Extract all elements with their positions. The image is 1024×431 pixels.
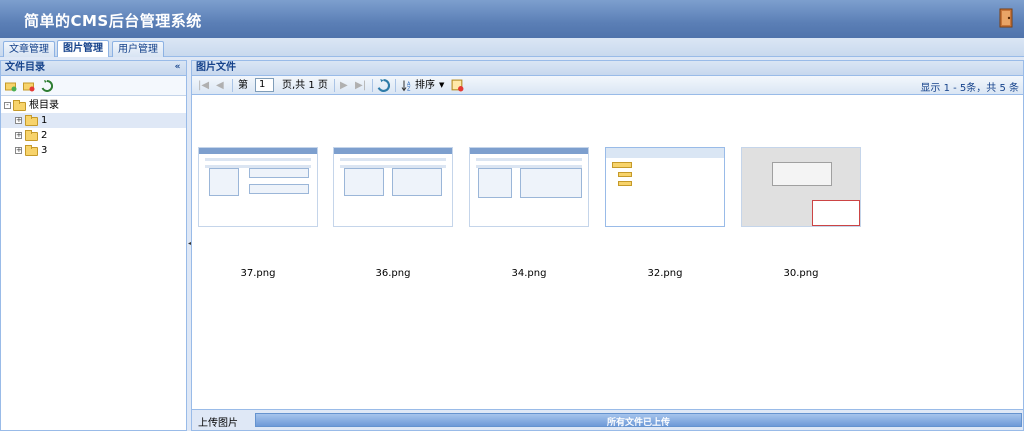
image-filename[interactable]: 34.png xyxy=(469,268,589,279)
svg-text:Z: Z xyxy=(407,87,411,93)
delete-image-icon[interactable] xyxy=(451,79,464,92)
first-page-icon[interactable]: |◀ xyxy=(198,79,209,92)
next-page-icon[interactable]: ▶ xyxy=(340,79,348,92)
refresh-icon[interactable] xyxy=(41,80,53,92)
image-panel-title: 图片文件 xyxy=(196,62,236,73)
separator xyxy=(395,79,396,92)
image-filename[interactable]: 30.png xyxy=(741,268,861,279)
tree-node-label: 根目录 xyxy=(29,100,59,111)
expand-node-icon[interactable]: + xyxy=(15,147,22,154)
folder-panel: 文件目录 « - 根目录 + 1 + 2 + 3 xyxy=(0,60,187,431)
collapse-node-icon[interactable]: - xyxy=(4,102,11,109)
separator xyxy=(334,79,335,92)
delete-folder-icon[interactable] xyxy=(23,80,35,92)
expand-node-icon[interactable]: + xyxy=(15,117,22,124)
image-thumbnail[interactable] xyxy=(469,147,589,227)
tab-articles[interactable]: 文章管理 xyxy=(3,41,55,57)
collapse-icon[interactable]: « xyxy=(172,62,183,73)
image-panel-header: 图片文件 xyxy=(192,61,1023,76)
folder-toolbar xyxy=(1,76,186,96)
last-page-icon[interactable]: ▶| xyxy=(355,79,366,92)
refresh-icon[interactable] xyxy=(377,79,390,92)
separator xyxy=(372,79,373,92)
separator xyxy=(232,79,233,92)
upload-progress-text: 所有文件已上传 xyxy=(606,418,670,428)
tab-images[interactable]: 图片管理 xyxy=(57,40,109,57)
image-thumbnail[interactable] xyxy=(333,147,453,227)
expand-node-icon[interactable]: + xyxy=(15,132,22,139)
page-suffix: 页,共 1 页 xyxy=(282,80,328,91)
tree-node-1[interactable]: + 1 xyxy=(1,113,186,128)
folder-tree: - 根目录 + 1 + 2 + 3 xyxy=(1,96,186,158)
image-thumbnail[interactable] xyxy=(741,147,861,227)
tree-node-label: 3 xyxy=(41,145,48,156)
logout-icon[interactable] xyxy=(998,7,1016,29)
app-header: 简单的CMS后台管理系统 xyxy=(0,0,1024,38)
image-thumbnail[interactable] xyxy=(605,147,725,227)
tab-users[interactable]: 用户管理 xyxy=(112,41,164,57)
folder-icon xyxy=(25,115,38,126)
tab-bar: 文章管理 图片管理 用户管理 xyxy=(0,38,1024,57)
folder-panel-title: 文件目录 xyxy=(5,62,45,73)
page-input[interactable]: 1 xyxy=(255,78,274,92)
folder-icon xyxy=(25,145,38,156)
page-prefix: 第 xyxy=(238,80,248,91)
folder-icon xyxy=(25,130,38,141)
app-title: 简单的CMS后台管理系统 xyxy=(24,12,202,30)
folder-panel-header: 文件目录 « xyxy=(1,61,186,76)
upload-progress-bar: 所有文件已上传 xyxy=(255,413,1022,428)
tree-node-label: 1 xyxy=(41,115,48,126)
image-filename[interactable]: 32.png xyxy=(605,268,725,279)
tree-node-label: 2 xyxy=(41,130,48,141)
tree-node-3[interactable]: + 3 xyxy=(1,143,186,158)
sort-dropdown-icon[interactable]: ▼ xyxy=(439,79,444,92)
sort-icon: A Z xyxy=(401,80,411,93)
prev-page-icon[interactable]: ◀ xyxy=(216,79,224,92)
tree-node-2[interactable]: + 2 xyxy=(1,128,186,143)
image-grid: 37.png 36.png 34.png 32.png 30.png xyxy=(192,95,1023,425)
image-filename[interactable]: 36.png xyxy=(333,268,453,279)
sort-button[interactable]: 排序 xyxy=(415,79,435,92)
tree-node-root[interactable]: - 根目录 xyxy=(1,98,186,113)
image-thumbnail[interactable] xyxy=(198,147,318,227)
upload-button[interactable]: 上传图片 xyxy=(198,414,238,429)
upload-bar: 上传图片 所有文件已上传 xyxy=(192,409,1023,430)
pager-display-text: 显示 1 - 5条，共 5 条 xyxy=(920,83,1019,94)
pager-toolbar: |◀ ◀ 第 1 页,共 1 页 ▶ ▶| A Z 排序 ▼ 显示 1 - 5条… xyxy=(192,76,1023,95)
folder-open-icon xyxy=(13,100,26,111)
image-panel: 图片文件 |◀ ◀ 第 1 页,共 1 页 ▶ ▶| A Z 排序 ▼ 显示 1… xyxy=(191,60,1024,431)
add-folder-icon[interactable] xyxy=(5,80,17,92)
image-filename[interactable]: 37.png xyxy=(198,268,318,279)
